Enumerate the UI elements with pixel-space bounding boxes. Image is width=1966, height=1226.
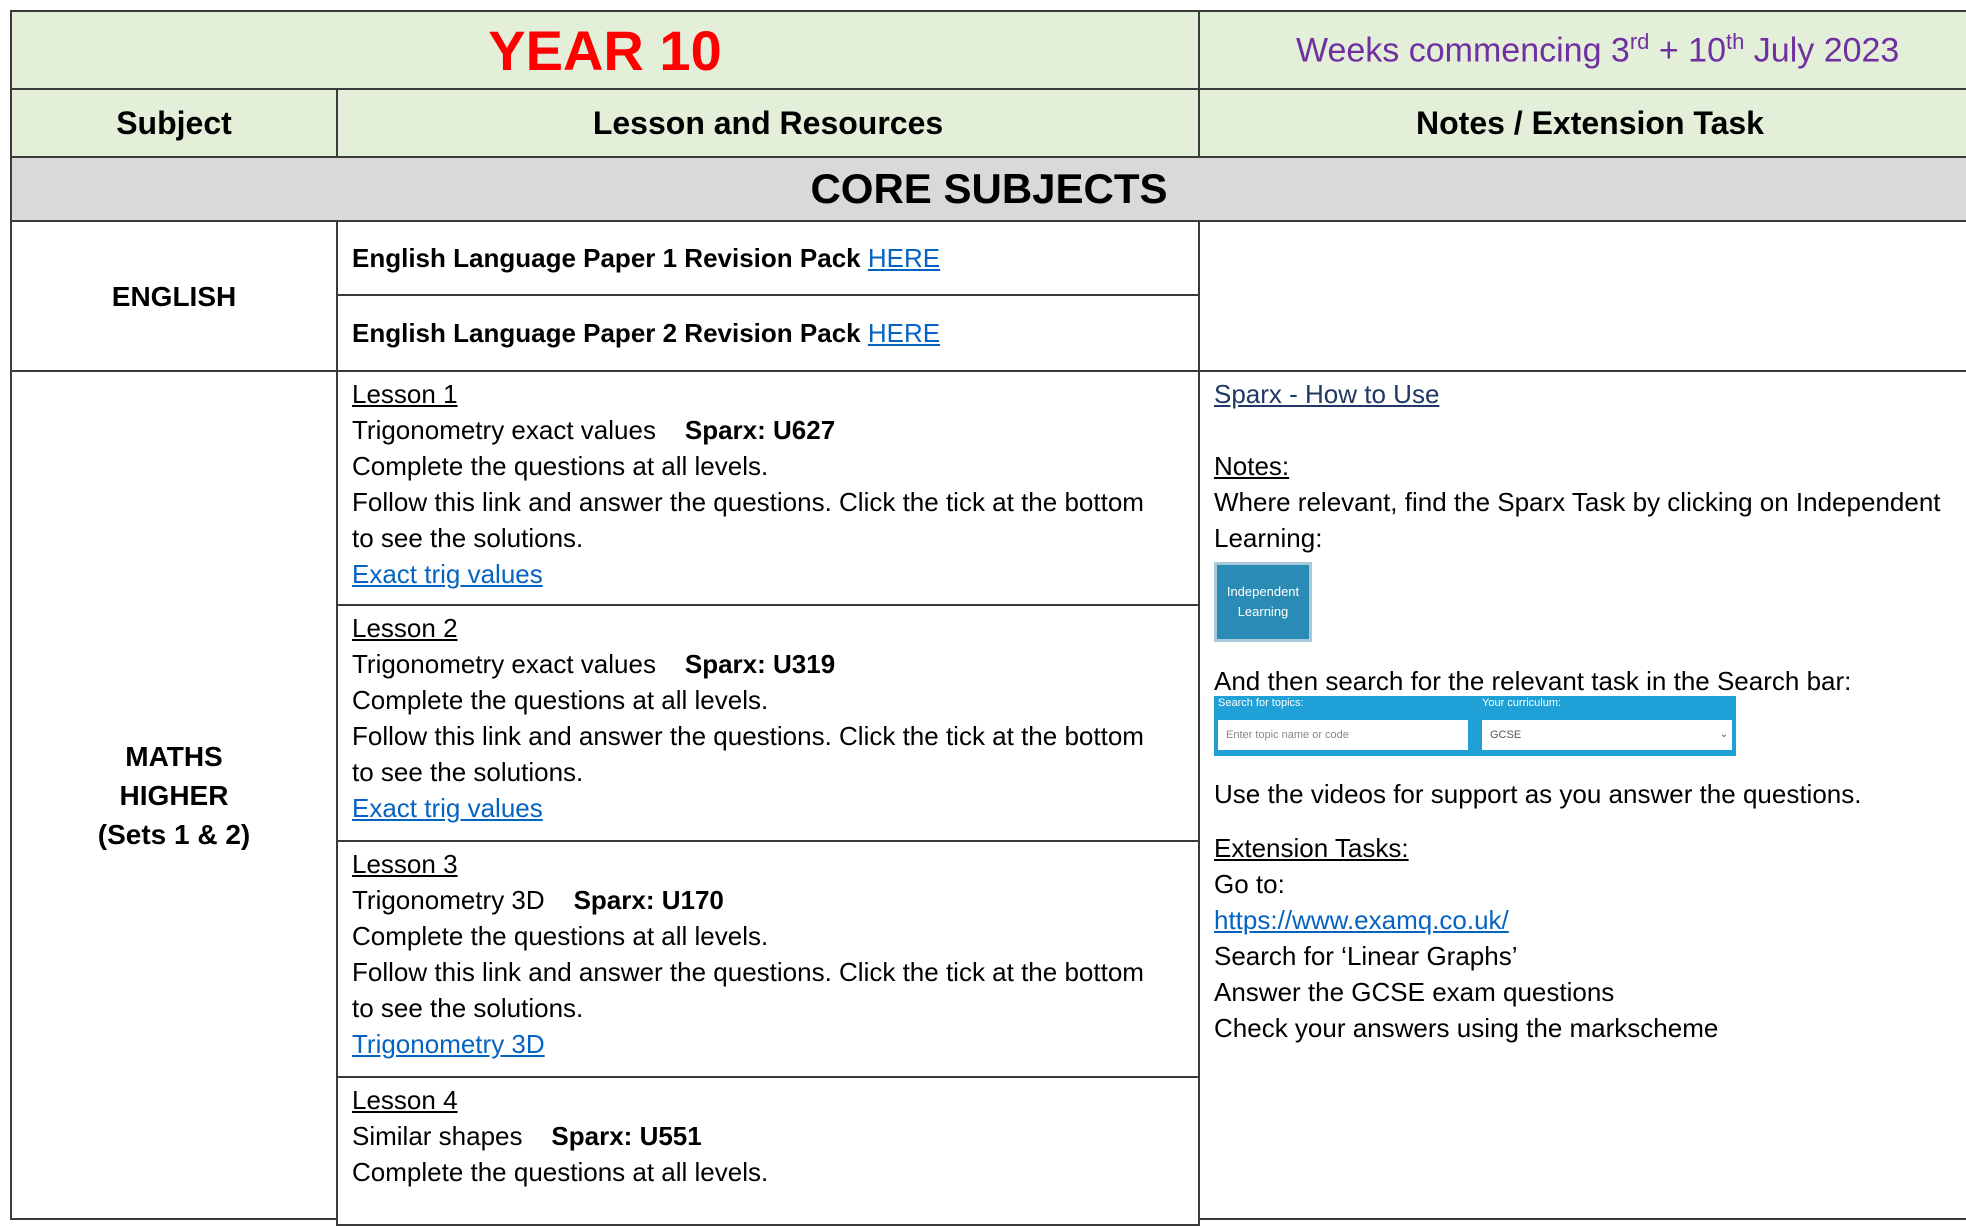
maths-lesson-2: Lesson 2 Trigonometry exact values Sparx… [336,604,1200,842]
sparx-how-to-use-link[interactable]: Sparx - How to Use [1214,379,1439,409]
weeks-cell: Weeks commencing 3rd + 10th July 2023 [1198,10,1966,90]
maths-lesson-1: Lesson 1 Trigonometry exact values Sparx… [336,370,1200,606]
examq-link[interactable]: https://www.examq.co.uk/ [1214,905,1509,935]
maths-subject-line3: (Sets 1 & 2) [97,818,251,850]
sparx-code: Sparx: U627 [684,415,836,445]
core-subjects-label: CORE SUBJECTS [810,165,1168,212]
check-line: Check your answers using the markscheme [1214,1013,1719,1043]
maths-lesson-4: Lesson 4 Similar shapes Sparx: U551 Comp… [336,1076,1200,1226]
lesson-resource-link[interactable]: Exact trig values [352,559,543,589]
sparx-search-bar: Search for topics: Your curriculum: Ente… [1214,696,1736,756]
english-paper1-text: English Language Paper 1 Revision Pack [352,243,861,273]
curriculum-select[interactable]: GCSE ⌄ [1482,720,1732,750]
col-subject-label: Subject [116,104,232,141]
lesson-instruction: to see the solutions. [352,757,584,787]
goto-line: Go to: [1214,869,1285,899]
videos-line: Use the videos for support as you answer… [1214,779,1862,809]
lesson-topic: Similar shapes [352,1121,523,1151]
lesson-instruction: to see the solutions. [352,523,584,553]
lesson-instruction: Follow this link and answer the question… [352,487,1144,517]
lesson-instruction: Follow this link and answer the question… [352,957,1144,987]
english-notes-cell [1198,220,1966,372]
lesson-instruction: Complete the questions at all levels. [352,921,769,951]
chevron-down-icon: ⌄ [1719,729,1728,740]
maths-subject-line2: HIGHER [119,779,229,811]
english-paper2-text: English Language Paper 2 Revision Pack [352,318,861,348]
maths-subject-line1: MATHS [125,740,223,772]
sparx-code: Sparx: U170 [573,885,724,915]
lesson-instruction: Complete the questions at all levels. [352,1157,769,1187]
lesson-topic: Trigonometry exact values [352,649,656,679]
topic-search-input[interactable]: Enter topic name or code [1218,720,1468,750]
col-header-subject: Subject [10,88,338,158]
notes-heading: Notes: [1214,451,1290,481]
sparx-code: Sparx: U319 [684,649,836,679]
independent-learning-button[interactable]: Independent Learning [1214,562,1312,642]
col-header-lesson: Lesson and Resources [336,88,1200,158]
curriculum-label: Your curriculum: [1482,697,1562,709]
lesson-instruction: Complete the questions at all levels. [352,685,769,715]
core-subjects-row: CORE SUBJECTS [10,156,1966,222]
notes-line: Learning: [1214,523,1323,553]
english-paper1-link[interactable]: HERE [868,243,940,273]
extension-heading: Extension Tasks: [1214,833,1409,863]
lesson-instruction: to see the solutions. [352,993,584,1023]
maths-subject-cell: MATHS HIGHER (Sets 1 & 2) [10,370,338,1220]
lesson-title: Lesson 1 [352,379,458,409]
maths-notes-cell: Sparx - How to Use Notes: Where relevant… [1198,370,1966,1220]
col-notes-label: Notes / Extension Task [1416,104,1764,141]
col-header-notes: Notes / Extension Task [1198,88,1966,158]
search-for-line: Search for ‘Linear Graphs’ [1214,941,1518,971]
english-lesson-row-2: English Language Paper 2 Revision Pack H… [336,294,1200,372]
english-subject-cell: ENGLISH [10,220,338,372]
lesson-title: Lesson 4 [352,1085,458,1115]
year-title-cell: YEAR 10 [10,10,1200,90]
year-title: YEAR 10 [488,18,722,82]
weeks-commencing: Weeks commencing 3rd + 10th July 2023 [1296,29,1900,70]
search-topics-label: Search for topics: [1218,697,1304,709]
lesson-topic: Trigonometry 3D [352,885,545,915]
lesson-title: Lesson 2 [352,613,458,643]
lesson-resource-link[interactable]: Trigonometry 3D [352,1029,545,1059]
lesson-instruction: Complete the questions at all levels. [352,451,769,481]
english-paper2-link[interactable]: HERE [868,318,940,348]
maths-lesson-3: Lesson 3 Trigonometry 3D Sparx: U170 Com… [336,840,1200,1078]
lesson-instruction: Follow this link and answer the question… [352,721,1144,751]
col-lesson-label: Lesson and Resources [592,104,944,141]
lesson-resource-link[interactable]: Exact trig values [352,793,543,823]
answer-line: Answer the GCSE exam questions [1214,977,1615,1007]
search-instruction: And then search for the relevant task in… [1214,666,1852,696]
lesson-title: Lesson 3 [352,849,458,879]
english-lesson-row-1: English Language Paper 1 Revision Pack H… [336,220,1200,296]
sparx-code: Sparx: U551 [551,1121,702,1151]
lesson-topic: Trigonometry exact values [352,415,656,445]
notes-line: Where relevant, find the Sparx Task by c… [1214,487,1941,517]
english-subject: ENGLISH [111,280,237,312]
